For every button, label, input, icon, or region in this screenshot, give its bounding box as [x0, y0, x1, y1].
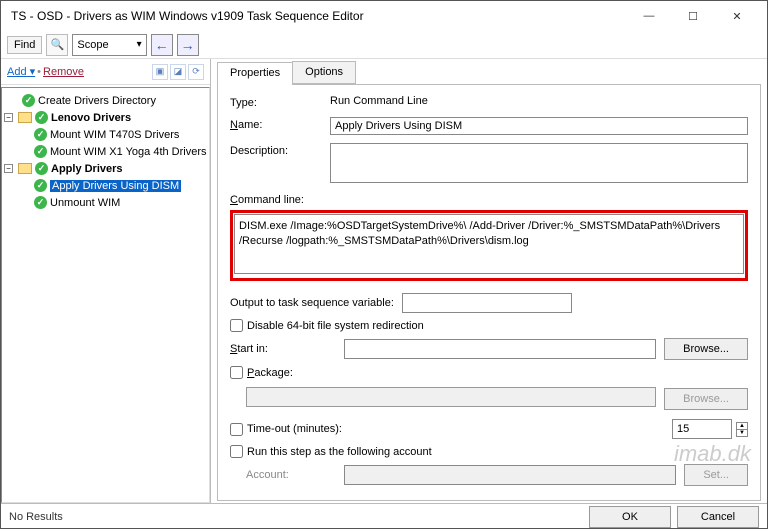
runas-label: Run this step as the following account	[247, 446, 432, 458]
folder-icon	[18, 163, 32, 174]
check-icon: ✓	[34, 145, 47, 158]
output-var-input[interactable]	[402, 293, 572, 313]
description-label: Description:	[230, 143, 330, 157]
type-value: Run Command Line	[330, 95, 748, 107]
startin-input[interactable]	[344, 339, 656, 359]
commandline-label: Command line:	[230, 194, 748, 206]
remove-link[interactable]: Remove	[43, 66, 84, 78]
package-checkbox[interactable]	[230, 366, 243, 379]
find-button[interactable]: Find	[7, 36, 42, 54]
account-label: Account:	[246, 469, 336, 481]
minimize-icon[interactable]: —	[627, 2, 671, 30]
search-icon[interactable]: 🔍	[46, 34, 68, 56]
commandline-input[interactable]: DISM.exe /Image:%OSDTargetSystemDrive%\ …	[234, 214, 744, 274]
startin-label: Start in:	[230, 343, 336, 355]
tab-properties[interactable]: Properties	[217, 62, 293, 85]
folder-icon	[18, 112, 32, 123]
timeout-label: Time-out (minutes):	[247, 423, 342, 435]
title-bar: TS - OSD - Drivers as WIM Windows v1909 …	[1, 1, 767, 31]
runas-checkbox[interactable]	[230, 445, 243, 458]
check-icon: ✓	[35, 111, 48, 124]
package-label: Package:	[247, 367, 293, 379]
tree-node[interactable]: ✓Mount WIM X1 Yoga 4th Drivers	[4, 143, 207, 160]
collapse-icon[interactable]: −	[4, 113, 13, 122]
check-icon: ✓	[22, 94, 35, 107]
nav-back-icon[interactable]: ←	[151, 34, 173, 56]
browse-startin-button[interactable]: Browse...	[664, 338, 748, 360]
set-account-button: Set...	[684, 464, 748, 486]
commandline-highlight: DISM.exe /Image:%OSDTargetSystemDrive%\ …	[230, 210, 748, 281]
check-icon: ✓	[34, 196, 47, 209]
check-icon: ✓	[34, 179, 47, 192]
tool-icon-1[interactable]: ▣	[152, 64, 168, 80]
nav-forward-icon[interactable]: →	[177, 34, 199, 56]
description-input[interactable]	[330, 143, 748, 183]
tree-group[interactable]: −✓Apply Drivers	[4, 160, 207, 177]
ok-button[interactable]: OK	[589, 506, 671, 528]
disable64-checkbox[interactable]	[230, 319, 243, 332]
output-var-label: Output to task sequence variable:	[230, 297, 394, 309]
spinner-up-icon[interactable]: ▲	[737, 423, 747, 430]
check-icon: ✓	[35, 162, 48, 175]
maximize-icon[interactable]: ☐	[671, 2, 715, 30]
collapse-icon[interactable]: −	[4, 164, 13, 173]
status-text: No Results	[9, 511, 583, 523]
account-input	[344, 465, 676, 485]
timeout-input[interactable]	[672, 419, 732, 439]
scope-dropdown[interactable]: Scope	[72, 34, 146, 56]
browse-package-button: Browse...	[664, 388, 748, 410]
tree-node[interactable]: ✓Unmount WIM	[4, 194, 207, 211]
tree-node[interactable]: ✓Mount WIM T470S Drivers	[4, 126, 207, 143]
tree-node[interactable]: ✓Create Drivers Directory	[4, 92, 207, 109]
timeout-checkbox[interactable]	[230, 423, 243, 436]
toolbar: Find 🔍 Scope ← →	[1, 31, 767, 59]
cancel-button[interactable]: Cancel	[677, 506, 759, 528]
add-link[interactable]: Add ▾	[7, 65, 35, 78]
close-icon[interactable]: ✕	[715, 2, 759, 30]
status-bar: No Results OK Cancel	[1, 503, 767, 529]
details-pane: Properties Options Type: Run Command Lin…	[211, 59, 767, 503]
tree-group[interactable]: −✓Lenovo Drivers	[4, 109, 207, 126]
check-icon: ✓	[34, 128, 47, 141]
name-label: Name:	[230, 117, 330, 131]
tree-node-selected[interactable]: ✓Apply Drivers Using DISM	[4, 177, 207, 194]
type-label: Type:	[230, 95, 330, 109]
window-title: TS - OSD - Drivers as WIM Windows v1909 …	[11, 9, 627, 23]
spinner-down-icon[interactable]: ▼	[737, 430, 747, 436]
name-input[interactable]	[330, 117, 748, 135]
tab-options[interactable]: Options	[292, 61, 356, 84]
task-sequence-tree[interactable]: ✓Create Drivers Directory −✓Lenovo Drive…	[1, 87, 210, 503]
disable64-label: Disable 64-bit file system redirection	[247, 320, 424, 332]
sidebar: Add ▾ • Remove ▣ ◪ ⟳ ✓Create Drivers Dir…	[1, 59, 211, 503]
tool-icon-3[interactable]: ⟳	[188, 64, 204, 80]
package-input	[246, 387, 656, 407]
tool-icon-2[interactable]: ◪	[170, 64, 186, 80]
